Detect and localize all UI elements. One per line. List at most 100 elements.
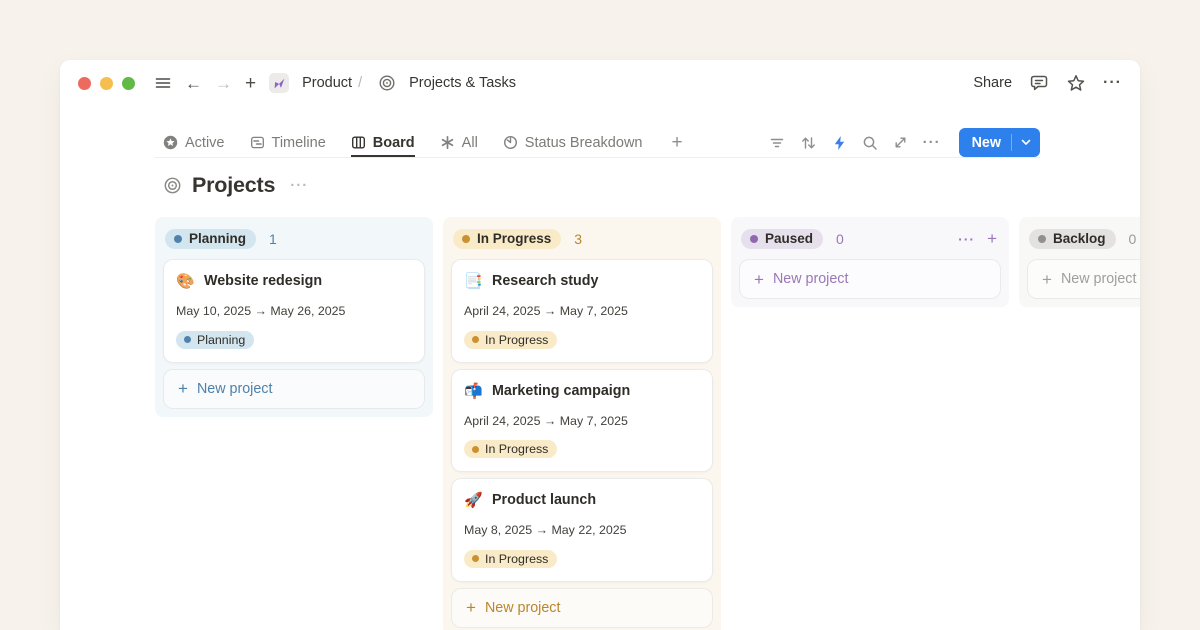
column-header: Backlog 0 [1029, 227, 1140, 250]
search-icon[interactable] [862, 135, 878, 151]
tab-board[interactable]: Board [351, 128, 415, 157]
topbar: ← → + Product / Projects & Tasks Share ·… [60, 60, 1140, 106]
topbar-right: Share ··· [973, 73, 1122, 93]
status-dot [750, 235, 758, 243]
timeline-view-icon [250, 135, 265, 150]
card-title-row: 📬 Marketing campaign [464, 382, 700, 400]
column-add-icon[interactable]: + [987, 230, 997, 247]
status-label: Backlog [1053, 231, 1106, 246]
sidebar-menu-icon[interactable] [154, 74, 172, 92]
status-label: In Progress [485, 442, 548, 456]
target-icon [378, 74, 396, 92]
automations-bolt-icon[interactable] [832, 135, 847, 151]
status-dot [472, 446, 479, 453]
tab-label: Timeline [272, 135, 326, 151]
share-button[interactable]: Share [973, 75, 1012, 91]
more-options-icon[interactable]: ··· [1103, 75, 1122, 91]
plus-icon: + [466, 599, 476, 616]
card-title: Product launch [492, 492, 596, 508]
tab-label: Board [373, 135, 415, 151]
status-dot [184, 336, 191, 343]
tab-status-breakdown[interactable]: Status Breakdown [503, 128, 643, 157]
status-badge-in-progress[interactable]: In Progress [453, 229, 561, 249]
column-paused: Paused 0 ··· + + New project [731, 217, 1009, 307]
view-toolbar: ··· New [769, 128, 1040, 157]
rocket-emoji-icon: 🚀 [464, 491, 483, 509]
workspace-icon[interactable] [269, 73, 289, 93]
minimize-window-button[interactable] [100, 77, 113, 90]
status-badge-planning: Planning [176, 331, 254, 349]
comments-icon[interactable] [1029, 73, 1049, 93]
filter-icon[interactable] [769, 135, 785, 151]
card-product-launch[interactable]: 🚀 Product launch May 8, 2025 → May 22, 2… [451, 478, 713, 582]
card-website-redesign[interactable]: 🎨 Website redesign May 10, 2025 → May 26… [163, 259, 425, 363]
card-title-row: 📑 Research study [464, 272, 700, 290]
column-header-actions: ··· + [958, 230, 997, 247]
column-header: In Progress 3 [453, 227, 709, 250]
tab-all[interactable]: All [440, 128, 478, 157]
page-title-row: Projects ··· [155, 173, 308, 198]
status-label: In Progress [485, 552, 548, 566]
add-view-icon[interactable]: + [671, 128, 682, 157]
new-button-label[interactable]: New [959, 135, 1011, 151]
card-dates: April 24, 2025 → May 7, 2025 [464, 414, 700, 428]
column-planning: Planning 1 🎨 Website redesign May 10, 20… [155, 217, 433, 417]
new-project-label: New project [197, 381, 273, 397]
status-dot [1038, 235, 1046, 243]
column-header: Paused 0 ··· + [741, 227, 997, 250]
breadcrumb-page[interactable]: Projects & Tasks [409, 75, 516, 91]
palette-emoji-icon: 🎨 [176, 272, 195, 290]
view-options-icon[interactable]: ··· [923, 134, 941, 151]
new-button[interactable]: New [959, 128, 1040, 157]
active-view-icon [163, 135, 178, 150]
bookmark-tabs-emoji-icon: 📑 [464, 272, 483, 290]
zoom-window-button[interactable] [122, 77, 135, 90]
chevron-down-icon[interactable] [1011, 134, 1040, 151]
expand-icon[interactable] [893, 135, 908, 150]
topbar-left: ← → + Product / Projects & Tasks [78, 73, 516, 93]
column-count: 0 [1129, 231, 1137, 247]
view-tab-bar: Active Timeline Board All [155, 128, 1040, 158]
card-dates: April 24, 2025 → May 7, 2025 [464, 304, 700, 318]
status-badge-backlog[interactable]: Backlog [1029, 229, 1116, 249]
view-tabs: Active Timeline Board All [155, 128, 683, 157]
status-label: Paused [765, 231, 813, 246]
status-label: Planning [189, 231, 246, 246]
page-title-menu-icon[interactable]: ··· [290, 177, 308, 194]
close-window-button[interactable] [78, 77, 91, 90]
new-project-button[interactable]: + New project [1027, 259, 1140, 299]
tab-timeline[interactable]: Timeline [250, 128, 326, 157]
plus-icon: + [754, 271, 764, 288]
status-label: In Progress [485, 333, 548, 347]
status-badge-planning[interactable]: Planning [165, 229, 256, 249]
card-list: 📑 Research study April 24, 2025 → May 7,… [451, 259, 713, 582]
status-badge-paused[interactable]: Paused [741, 229, 823, 249]
new-project-label: New project [485, 600, 561, 616]
status-badge-in-progress: In Progress [464, 331, 557, 349]
new-project-button[interactable]: + New project [163, 369, 425, 409]
new-page-icon[interactable]: + [245, 74, 256, 93]
column-count: 3 [574, 231, 582, 247]
plus-icon: + [178, 380, 188, 397]
column-menu-icon[interactable]: ··· [958, 231, 975, 247]
new-project-button[interactable]: + New project [451, 588, 713, 628]
card-marketing-campaign[interactable]: 📬 Marketing campaign April 24, 2025 → Ma… [451, 369, 713, 473]
tab-label: Active [185, 135, 225, 151]
card-title-row: 🎨 Website redesign [176, 272, 412, 290]
app-window: ← → + Product / Projects & Tasks Share ·… [60, 60, 1140, 630]
back-arrow-icon[interactable]: ← [185, 75, 202, 92]
breadcrumb-separator: / [358, 75, 362, 91]
page-title: Projects [192, 173, 275, 198]
sort-icon[interactable] [800, 135, 817, 151]
column-count: 0 [836, 231, 844, 247]
forward-arrow-icon[interactable]: → [215, 75, 232, 92]
card-research-study[interactable]: 📑 Research study April 24, 2025 → May 7,… [451, 259, 713, 363]
breadcrumb-workspace[interactable]: Product [302, 75, 352, 91]
favorite-star-icon[interactable] [1066, 73, 1086, 93]
status-badge-in-progress: In Progress [464, 550, 557, 568]
card-title: Website redesign [204, 273, 322, 289]
mailbox-emoji-icon: 📬 [464, 382, 483, 400]
new-project-button[interactable]: + New project [739, 259, 1001, 299]
new-project-label: New project [773, 271, 849, 287]
tab-active[interactable]: Active [163, 128, 225, 157]
